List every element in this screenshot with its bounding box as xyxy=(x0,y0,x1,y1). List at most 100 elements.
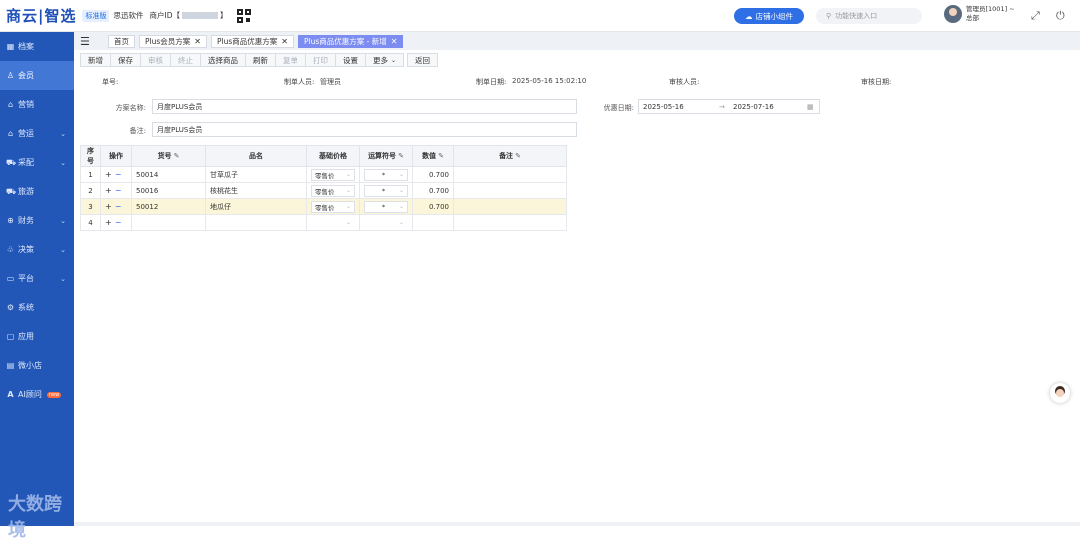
cell-value[interactable]: 0.700 xyxy=(412,198,454,215)
sidebar-item-operations[interactable]: ⌂ 营运 ⌄ xyxy=(0,119,74,148)
store-widget-button[interactable]: ☁ 店铺小组件 xyxy=(734,8,804,24)
sidebar-item-label: 财务 xyxy=(18,216,34,225)
terminate-button[interactable]: 终止 xyxy=(170,53,201,67)
refresh-button[interactable]: 刷新 xyxy=(245,53,276,67)
copy-button[interactable]: 复单 xyxy=(275,53,306,67)
col-header-code[interactable]: 货号 ✎ xyxy=(131,145,206,167)
power-icon[interactable]: ⏻ xyxy=(1056,9,1065,23)
new-button[interactable]: 新增 xyxy=(80,53,111,67)
add-row-icon[interactable]: + xyxy=(105,186,112,195)
cell-code[interactable]: 50012 xyxy=(131,198,206,215)
sidebar-item-marketing[interactable]: ⌂ 营销 xyxy=(0,90,74,119)
select-product-button[interactable]: 选择商品 xyxy=(200,53,246,67)
date-range-picker[interactable]: 2025-05-16 → 2025-07-16 ▦ xyxy=(638,99,820,114)
qr-code-icon[interactable] xyxy=(237,8,252,23)
customer-service-avatar[interactable] xyxy=(1050,383,1070,403)
quick-entry-search[interactable]: ⚲ 功能快速入口 xyxy=(816,8,922,24)
ai-icon: A xyxy=(7,390,14,399)
operator-select[interactable]: * ⌄ xyxy=(364,168,408,181)
operator-select[interactable]: ⌄ xyxy=(364,216,408,229)
creator-value: 管理员 xyxy=(320,78,341,86)
col-header-value[interactable]: 数值 ✎ xyxy=(412,145,454,167)
table-row[interactable]: 1 + − 50014 甘草瓜子 零售价 ⌄ * ⌄ 0.700 xyxy=(80,166,567,183)
add-row-icon[interactable]: + xyxy=(105,202,112,211)
user-menu[interactable]: 管理员[1001] ~ 总部 xyxy=(944,5,1015,23)
avatar xyxy=(944,5,962,23)
sidebar-item-travel[interactable]: ⛟ 旅游 xyxy=(0,177,74,206)
tab-plus-member-plan[interactable]: Plus会员方案 ✕ xyxy=(139,34,207,48)
col-header-operator[interactable]: 运算符号 ✎ xyxy=(359,145,413,167)
cell-value[interactable] xyxy=(412,214,454,231)
base-price-select[interactable]: 零售价 ⌄ xyxy=(311,184,355,197)
cell-operator[interactable]: * ⌄ xyxy=(359,182,413,199)
cell-code[interactable]: 50014 xyxy=(131,166,206,183)
base-price-select[interactable]: ⌄ xyxy=(311,216,355,229)
close-icon[interactable]: ✕ xyxy=(194,37,201,46)
cell-code[interactable] xyxy=(131,214,206,231)
plan-name-input[interactable]: 月度PLUS会员 xyxy=(152,99,577,114)
cell-name[interactable]: 地瓜仔 xyxy=(205,198,307,215)
sidebar-item-ai[interactable]: A AI顾问 new xyxy=(0,380,74,409)
edit-icon: ✎ xyxy=(173,152,180,160)
remark-input[interactable]: 月度PLUS会员 xyxy=(152,122,577,137)
cell-operator[interactable]: * ⌄ xyxy=(359,198,413,215)
cell-base-price[interactable]: 零售价 ⌄ xyxy=(306,198,360,215)
tab-plus-product-discount-new[interactable]: Plus商品优惠方案 - 新增 ✕ xyxy=(297,34,404,48)
cell-code[interactable]: 50016 xyxy=(131,182,206,199)
tab-label: Plus商品优惠方案 - 新增 xyxy=(303,36,387,46)
remove-row-icon[interactable]: − xyxy=(115,186,122,195)
operator-select[interactable]: * ⌄ xyxy=(364,184,408,197)
calendar-icon[interactable]: ▦ xyxy=(807,103,814,111)
select-value: * xyxy=(381,186,386,195)
sidebar-item-shop[interactable]: ▤ 微小店 xyxy=(0,351,74,380)
cell-base-price[interactable]: 零售价 ⌄ xyxy=(306,182,360,199)
menu-collapse-icon[interactable]: ☰ xyxy=(80,35,94,48)
review-button[interactable]: 审核 xyxy=(140,53,171,67)
sidebar-item-finance[interactable]: ⊕ 财务 ⌄ xyxy=(0,206,74,235)
cell-value[interactable]: 0.700 xyxy=(412,182,454,199)
tab-plus-product-discount[interactable]: Plus商品优惠方案 ✕ xyxy=(210,34,294,48)
table-row[interactable]: 2 + − 50016 核桃花生 零售价 ⌄ * ⌄ 0.700 xyxy=(80,182,567,199)
sidebar-item-member[interactable]: ♙ 会员 xyxy=(0,61,74,90)
add-row-icon[interactable]: + xyxy=(105,170,112,179)
cell-base-price[interactable]: ⌄ xyxy=(306,214,360,231)
cell-name[interactable]: 甘草瓜子 xyxy=(205,166,307,183)
cell-name[interactable]: 核桃花生 xyxy=(205,182,307,199)
chevron-down-icon: ⌄ xyxy=(60,216,66,225)
remove-row-icon[interactable]: − xyxy=(115,170,122,179)
cell-remark[interactable] xyxy=(453,198,567,215)
cell-value[interactable]: 0.700 xyxy=(412,166,454,183)
cell-operator[interactable]: * ⌄ xyxy=(359,166,413,183)
cell-remark[interactable] xyxy=(453,182,567,199)
table-row[interactable]: 4 + − ⌄ ⌄ xyxy=(80,214,567,231)
sidebar-item-platform[interactable]: ▭ 平台 ⌄ xyxy=(0,264,74,293)
close-icon[interactable]: ✕ xyxy=(281,37,288,46)
tab-home[interactable]: 首页 xyxy=(108,34,135,48)
table-row[interactable]: 3 + − 50012 地瓜仔 零售价 ⌄ * ⌄ 0.700 xyxy=(80,198,567,215)
cell-base-price[interactable]: 零售价 ⌄ xyxy=(306,166,360,183)
print-button[interactable]: 打印 xyxy=(305,53,336,67)
close-icon[interactable]: ✕ xyxy=(391,37,398,46)
sidebar-item-decision[interactable]: ♧ 决策 ⌄ xyxy=(0,235,74,264)
settings-button[interactable]: 设置 xyxy=(335,53,366,67)
fullscreen-icon[interactable]: ⤢ xyxy=(1031,9,1040,23)
sidebar-item-purchase[interactable]: ⛟ 采配 ⌄ xyxy=(0,148,74,177)
horizontal-scrollbar[interactable] xyxy=(74,522,1080,526)
remove-row-icon[interactable]: − xyxy=(115,218,122,227)
sidebar-item-archive[interactable]: ▦ 档案 xyxy=(0,32,74,61)
more-dropdown[interactable]: 更多 ⌄ xyxy=(365,53,405,67)
sidebar-item-apps[interactable]: ▢ 应用 xyxy=(0,322,74,351)
remove-row-icon[interactable]: − xyxy=(115,202,122,211)
cell-remark[interactable] xyxy=(453,166,567,183)
operator-select[interactable]: * ⌄ xyxy=(364,200,408,213)
add-row-icon[interactable]: + xyxy=(105,218,112,227)
cell-operator[interactable]: ⌄ xyxy=(359,214,413,231)
save-button[interactable]: 保存 xyxy=(110,53,141,67)
base-price-select[interactable]: 零售价 ⌄ xyxy=(311,168,355,181)
base-price-select[interactable]: 零售价 ⌄ xyxy=(311,200,355,213)
cell-remark[interactable] xyxy=(453,214,567,231)
col-header-remark[interactable]: 备注 ✎ xyxy=(453,145,567,167)
cell-name[interactable] xyxy=(205,214,307,231)
sidebar-item-system[interactable]: ⚙ 系统 xyxy=(0,293,74,322)
back-button[interactable]: 返回 xyxy=(407,53,439,67)
